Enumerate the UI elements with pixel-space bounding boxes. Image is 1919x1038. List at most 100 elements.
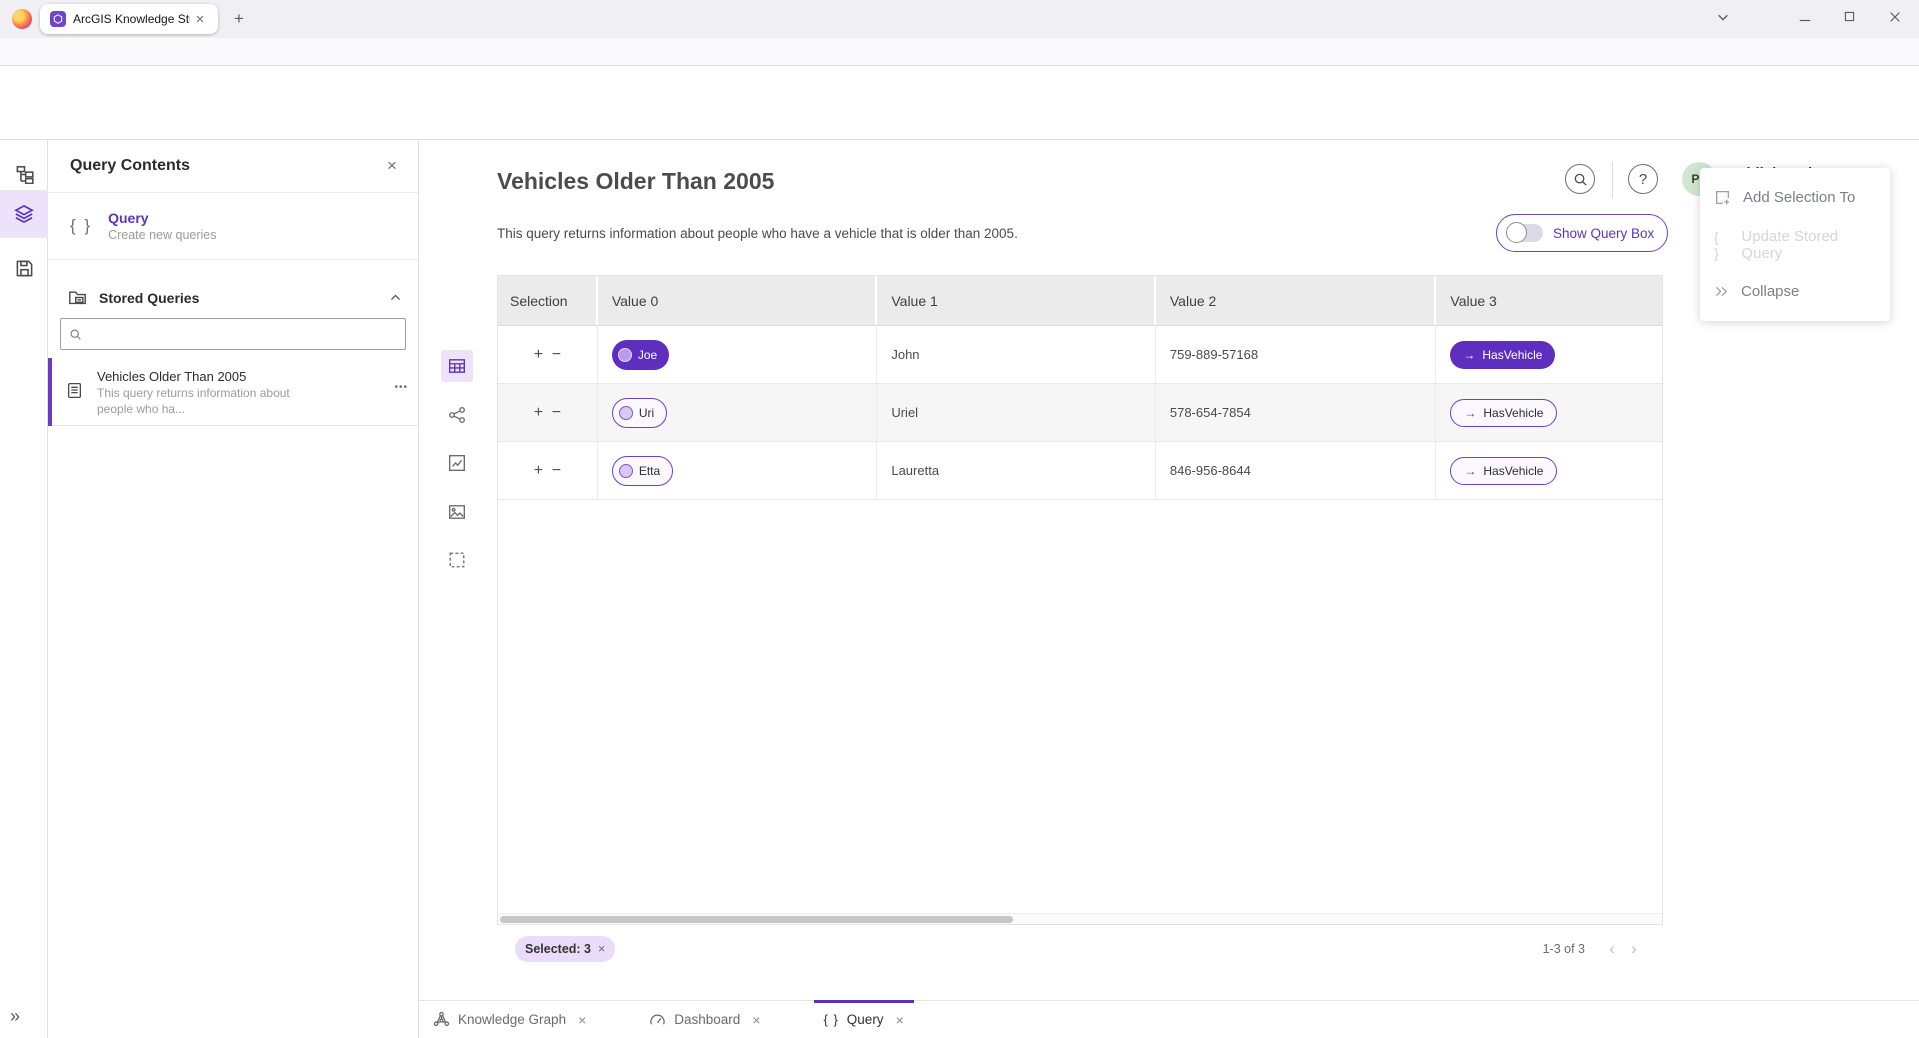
column-header-value3[interactable]: Value 3 [1436,276,1662,325]
marquee-select-icon [448,551,466,569]
add-selection-to-icon [1714,189,1731,206]
tab-close-icon[interactable]: × [752,1012,760,1028]
tab-knowledge-graph[interactable]: Knowledge Graph × [419,1001,600,1038]
menu-item-add-selection-to[interactable]: Add Selection To [1700,174,1890,221]
list-tabs-icon[interactable] [1716,10,1730,24]
entity-dot-icon [619,464,633,478]
entity-chip[interactable]: Etta [612,456,673,486]
view-image-button[interactable] [441,496,473,528]
item-options-icon[interactable]: ••• [394,382,408,393]
entity-chip[interactable]: Uri [612,398,667,428]
tree-icon [15,165,34,184]
header-search-button[interactable] [1565,164,1595,194]
selection-tool-button[interactable] [441,544,473,576]
bottom-tab-bar: Knowledge Graph × Dashboard × { } Query … [419,1000,1919,1038]
clear-selection-icon[interactable]: × [598,942,605,956]
show-query-box-toggle[interactable]: Show Query Box [1496,214,1668,252]
table-header-row: Selection Value 0 Value 1 Value 2 Value … [498,276,1662,326]
stored-query-item[interactable]: Vehicles Older Than 2005 This query retu… [48,358,418,426]
panel-close-icon[interactable]: × [382,156,402,176]
horizontal-scrollbar[interactable] [498,913,1662,924]
rail-layers-button[interactable] [0,190,48,238]
tab-close-icon[interactable]: × [896,1012,904,1028]
tab-query[interactable]: { } Query × [810,1001,918,1038]
add-selection-icon[interactable]: + [529,346,547,364]
tab-dashboard[interactable]: Dashboard × [635,1001,774,1038]
chevron-up-icon[interactable] [389,291,402,304]
stored-query-description: This query returns information about peo… [97,385,307,417]
panel-header: Query Contents × [48,140,418,193]
table-row[interactable]: +− Joe John 759-889-57168 →HasVehicle [498,326,1662,384]
relationship-chip[interactable]: →HasVehicle [1450,457,1557,485]
search-icon [69,328,82,341]
add-selection-icon[interactable]: + [529,462,547,480]
tab-close-icon[interactable]: × [190,9,210,29]
panel-title: Query Contents [70,157,382,175]
remove-selection-icon[interactable]: − [547,462,565,480]
toggle-label: Show Query Box [1553,226,1654,241]
browser-tab-bar: ArcGIS Knowledge Studio × + [0,0,1919,38]
query-item-subtitle: Create new queries [108,227,216,243]
new-tab-button[interactable]: + [228,8,250,30]
column-header-value2[interactable]: Value 2 [1156,276,1437,325]
arcgis-favicon-icon [50,11,66,27]
entity-chip[interactable]: Joe [612,340,669,370]
gauge-icon [649,1011,666,1028]
stored-queries-header[interactable]: Stored Queries [48,275,418,320]
arrow-icon: → [1463,348,1475,362]
view-chart-button[interactable] [441,447,473,479]
remove-selection-icon[interactable]: − [547,346,565,364]
table-icon [448,357,466,375]
toggle-switch[interactable] [1507,224,1543,242]
cell-value1: Uriel [877,384,1156,441]
relationship-chip[interactable]: →HasVehicle [1450,341,1555,369]
help-button[interactable]: ? [1628,164,1658,194]
arrow-icon: → [1464,464,1476,478]
selected-count-badge[interactable]: Selected: 3 × [515,936,615,962]
table-row[interactable]: +− Etta Lauretta 846-956-8644 →HasVehicl… [498,442,1662,500]
cell-value2: 846-956-8644 [1156,442,1437,499]
search-input[interactable] [88,327,397,342]
table-row[interactable]: +− Uri Uriel 578-654-7854 →HasVehicle [498,384,1662,442]
rail-save-button[interactable] [0,244,48,292]
toggle-knob [1506,222,1527,243]
firefox-icon[interactable] [12,9,32,29]
window-close-icon[interactable] [1888,10,1902,24]
expand-panel-button[interactable]: » [10,1006,20,1027]
menu-item-update-stored-query[interactable]: { } Update Stored Query [1700,221,1890,268]
query-item-title: Query [108,209,216,227]
layers-icon [14,204,34,224]
cell-value1: Lauretta [877,442,1156,499]
view-link-chart-button[interactable] [441,399,473,431]
next-page-icon[interactable]: › [1623,939,1645,959]
add-selection-icon[interactable]: + [529,404,547,422]
stored-queries-search[interactable] [60,318,406,350]
relationship-chip[interactable]: →HasVehicle [1450,399,1557,427]
column-header-value1[interactable]: Value 1 [877,276,1156,325]
browser-tab-title: ArcGIS Knowledge Studio [73,12,190,26]
column-header-value0[interactable]: Value 0 [598,276,878,325]
double-chevron-icon [1714,284,1729,299]
menu-item-collapse[interactable]: Collapse [1700,268,1890,315]
results-table: Selection Value 0 Value 1 Value 2 Value … [497,275,1663,925]
arrow-icon: → [1464,406,1476,420]
previous-page-icon[interactable]: ‹ [1601,939,1623,959]
folder-icon [68,288,87,307]
tab-close-icon[interactable]: × [578,1012,586,1028]
save-icon [15,259,34,278]
browser-tab[interactable]: ArcGIS Knowledge Studio × [40,4,218,34]
window-maximize-icon[interactable] [1843,10,1856,23]
entity-dot-icon [618,348,632,362]
cell-value1: John [877,326,1156,383]
view-table-button[interactable] [441,350,473,382]
query-item[interactable]: { } Query Create new queries [48,193,418,260]
braces-icon: { } [70,216,92,236]
braces-icon: { } [1714,229,1729,261]
scrollbar-thumb[interactable] [500,916,1013,923]
column-header-selection[interactable]: Selection [498,276,598,325]
remove-selection-icon[interactable]: − [547,404,565,422]
stored-query-icon [66,382,83,399]
braces-icon: { } [824,1012,839,1027]
window-minimize-icon[interactable] [1798,10,1812,24]
active-tab-indicator [814,1000,914,1003]
